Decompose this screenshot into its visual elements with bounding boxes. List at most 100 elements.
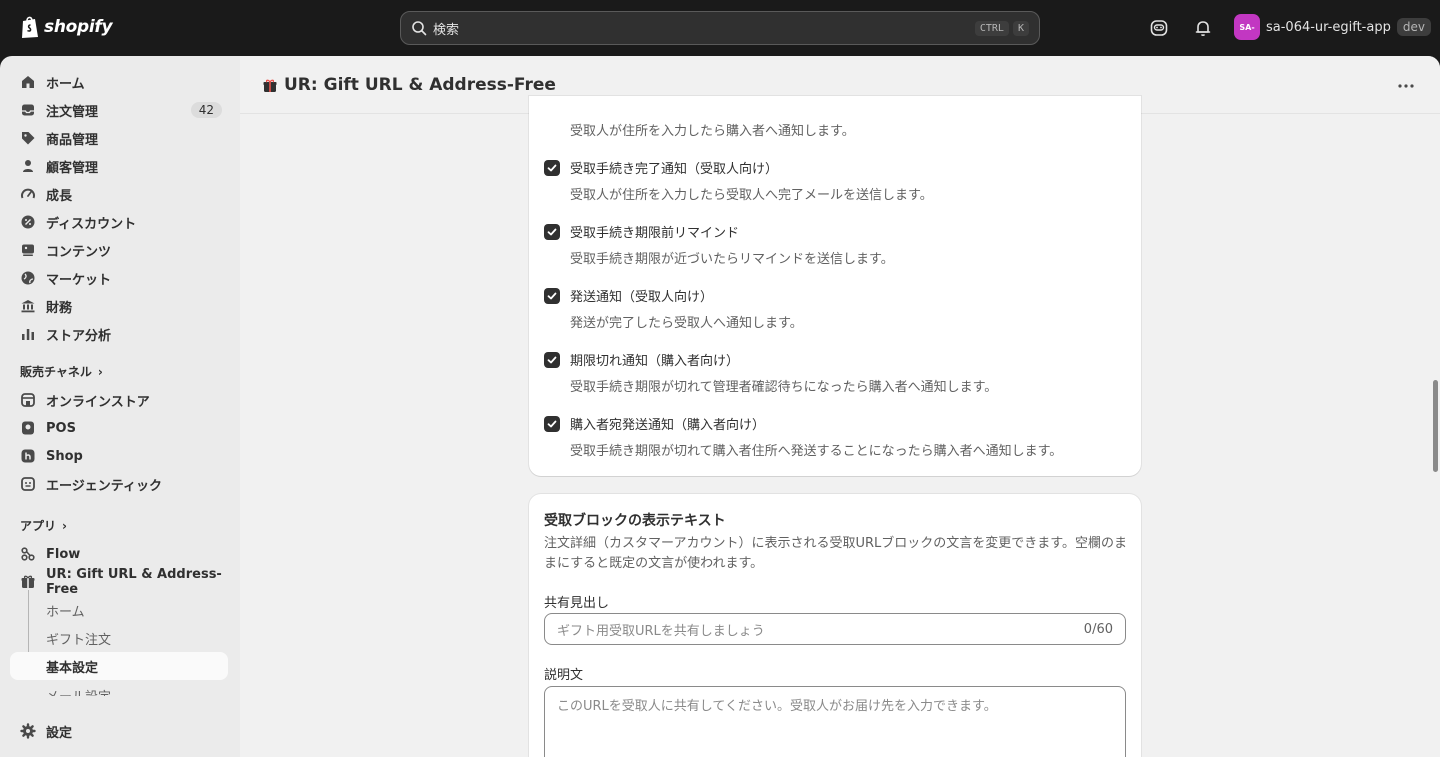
sidebar-item-label: 設定 [46,725,73,741]
gauge-icon [20,186,36,202]
sidebar-item-markets[interactable]: マーケット [10,264,228,292]
sidebar-item-label: 財務 [46,300,73,316]
sidebar-item-settings[interactable]: 設定 [10,717,228,745]
sidebar-item-agentic[interactable]: エージェンティック [10,470,228,498]
sidebar-item-growth[interactable]: 成長 [10,180,228,208]
apps-header[interactable]: アプリ › [20,517,67,534]
sidebar-item-label: ディスカウント [46,216,137,232]
checkbox-checked[interactable] [544,287,560,304]
notification-option[interactable]: 受取手続き完了通知（受取人向け） [544,158,778,177]
sidebar-item-orders[interactable]: 注文管理 42 [10,96,228,124]
home-icon [20,74,36,90]
bank-icon [20,298,36,314]
sidebar-item-label: Flow [46,546,81,562]
notification-label: 受取手続き期限前リマインド [570,226,740,241]
card-heading: 受取ブロックの表示テキスト [544,513,726,529]
avatar: SA- [1234,14,1260,40]
more-options-icon[interactable] [1396,76,1416,96]
sidebar-item-analytics[interactable]: ストア分析 [10,320,228,348]
sidebar-subitem-home[interactable]: ホーム [10,596,228,624]
checkbox-checked[interactable] [544,415,560,432]
store-name: sa-064-ur-egift-app [1266,19,1391,35]
orders-count-badge: 42 [190,102,222,118]
sidebar-item-label: UR: Gift URL & Address-Free [46,567,222,597]
sidebar-item-label: 注文管理 [46,104,99,120]
notification-desc: 受取手続き期限が切れて購入者住所へ発送することになったら購入者へ通知します。 [570,444,1063,459]
checkbox-checked[interactable] [544,351,560,368]
content-icon [20,242,36,258]
sidebar-item-content[interactable]: コンテンツ [10,236,228,264]
discount-icon [20,214,36,230]
card-description: 注文詳細（カスタマーアカウント）に表示される受取URLブロックの文言を変更できま… [544,536,1127,571]
sidebar-item-label: 成長 [46,188,73,204]
logo-text: shopify [44,17,113,37]
notification-desc: 受取人が住所を入力したら購入者へ通知します。 [570,124,855,139]
tag-icon [20,130,36,146]
section-label: 販売チャネル [20,365,92,379]
shopify-bag-icon [22,16,38,38]
checkmark-icon [547,164,557,171]
sidebar-subitem-mail-settings[interactable]: メール設定 [10,680,228,696]
sidebar-item-label: オンラインストア [46,394,150,410]
description-textarea[interactable]: このURLを受取人に共有してください。受取人がお届け先を入力できます。 [544,686,1126,757]
flow-icon [20,546,36,562]
inbox-icon [20,102,36,118]
section-label: アプリ [20,519,57,533]
sidebar-item-discounts[interactable]: ディスカウント [10,208,228,236]
shared-heading-placeholder: ギフト用受取URLを共有しましょう [557,623,765,639]
checkmark-icon [547,292,557,299]
sidebar: ホーム 注文管理 42 商品管理 顧客管理 成長 ディスカウント コンテンツ マ… [0,56,240,757]
sidebar-item-pos[interactable]: POS [10,414,228,442]
shared-heading-label: 共有見出し [544,596,610,611]
shared-heading-field[interactable]: ギフト用受取URLを共有しましょう 0/60 [544,613,1126,645]
bell-icon[interactable] [1193,18,1213,38]
checkbox-checked[interactable] [544,159,560,176]
sidekick-icon[interactable] [1149,18,1169,38]
search-input[interactable]: 検索 CTRL K [400,11,1040,45]
notification-desc: 受取人が住所を入力したら受取人へ完了メールを送信します。 [570,188,933,203]
shortcut-key: K [1012,20,1029,36]
chevron-right-icon: › [62,518,67,533]
search-placeholder: 検索 [433,22,460,38]
notification-label: 期限切れ通知（購入者向け） [570,354,740,369]
sidebar-item-finance[interactable]: 財務 [10,292,228,320]
checkmark-icon [547,356,557,363]
sidebar-item-label: Shop [46,448,83,464]
notification-label: 発送通知（受取人向け） [570,290,714,305]
sidebar-item-home[interactable]: ホーム [10,68,228,96]
character-count: 0/60 [1083,621,1113,637]
checkbox-checked[interactable] [544,223,560,240]
sidebar-item-label: マーケット [46,272,112,288]
env-badge: dev [1396,18,1431,36]
shortcut-ctrl: CTRL [974,20,1009,36]
sidebar-item-shop[interactable]: Shop [10,442,228,470]
sidebar-subitem-basic-settings[interactable]: 基本設定 [10,652,228,680]
sidebar-item-label: 商品管理 [46,132,99,148]
checkmark-icon [547,420,557,427]
scrollbar-thumb[interactable] [1433,380,1438,472]
notification-settings-card: 受取人が住所を入力したら購入者へ通知します。 受取手続き完了通知（受取人向け） … [529,96,1141,476]
sidebar-item-customers[interactable]: 顧客管理 [10,152,228,180]
shopify-logo[interactable]: shopify [20,15,113,39]
sidebar-item-gift-app[interactable]: UR: Gift URL & Address-Free [10,567,228,597]
notification-option[interactable]: 受取手続き期限前リマインド [544,222,739,241]
description-label: 説明文 [544,668,584,683]
sidebar-item-label: コンテンツ [46,244,112,260]
sidebar-subitem-gift-orders[interactable]: ギフト注文 [10,624,228,652]
sidebar-item-flow[interactable]: Flow [10,540,228,568]
store-icon [20,392,36,408]
sidebar-item-products[interactable]: 商品管理 [10,124,228,152]
sidebar-item-label: 顧客管理 [46,160,99,176]
sales-channels-header[interactable]: 販売チャネル › [20,363,103,380]
notification-desc: 受取手続き期限が近づいたらリマインドを送信します。 [570,252,894,267]
display-text-card: 受取ブロックの表示テキスト 注文詳細（カスタマーアカウント）に表示される受取UR… [529,494,1141,757]
notification-option[interactable]: 発送通知（受取人向け） [544,286,713,305]
notification-label: 受取手続き完了通知（受取人向け） [570,162,779,177]
notification-option[interactable]: 期限切れ通知（購入者向け） [544,350,739,369]
notification-option[interactable]: 購入者宛発送通知（購入者向け） [544,414,765,433]
sidebar-item-online-store[interactable]: オンラインストア [10,386,228,414]
pos-icon [20,420,36,436]
account-menu[interactable]: SA- sa-064-ur-egift-app dev [1234,14,1431,40]
gift-icon [20,574,36,590]
shop-icon [20,448,36,464]
